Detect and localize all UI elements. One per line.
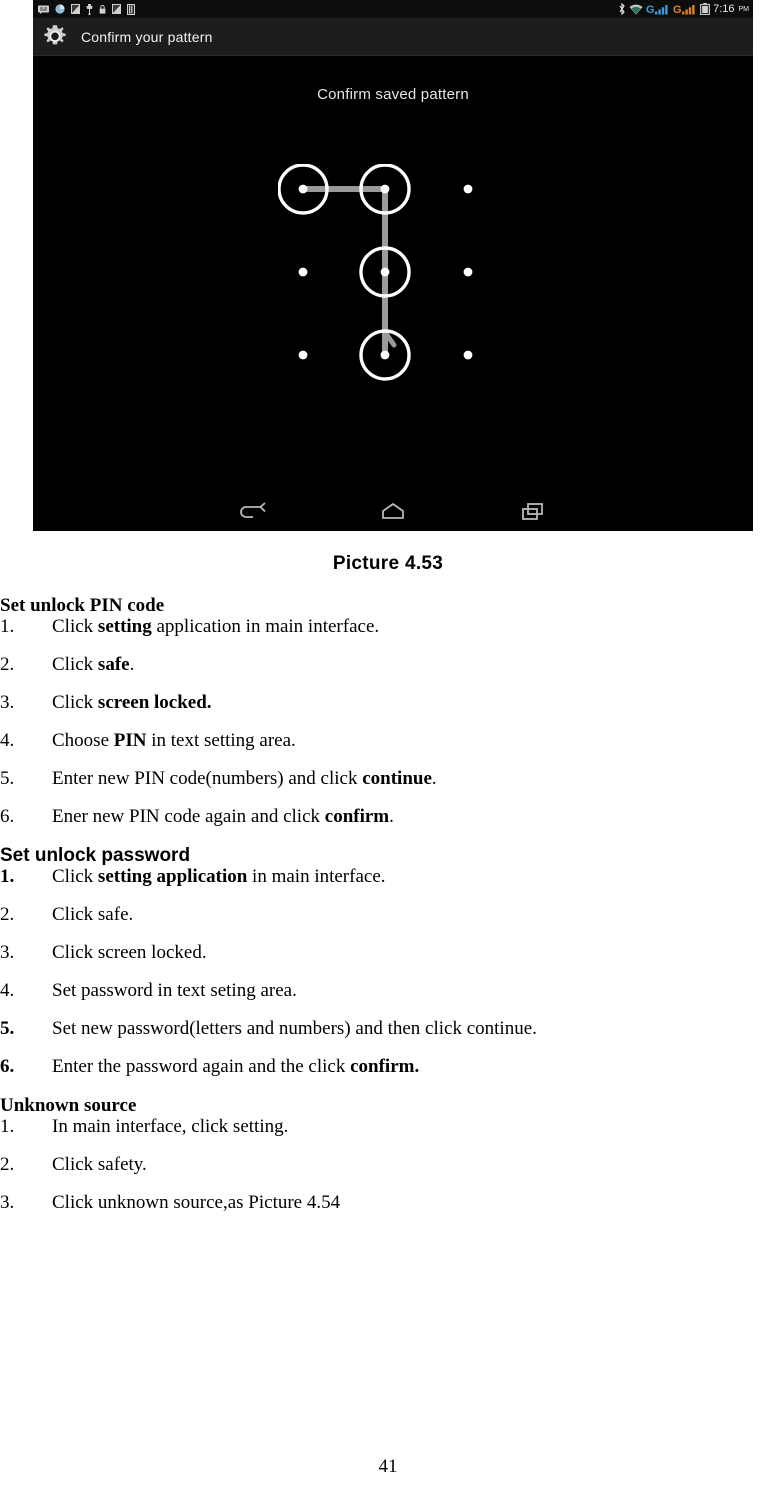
- status-bar-right-icons: G G 7:16 PM: [618, 3, 749, 15]
- pattern-node-7: [380, 350, 390, 360]
- list-item-text: Click setting application in main interf…: [52, 616, 380, 637]
- back-arrow-icon: [237, 502, 269, 529]
- list-item-text: Enter the password again and the click c…: [52, 1056, 420, 1077]
- android-screenshot: G G 7:16 PM Confirm your pattern Confirm…: [33, 0, 753, 531]
- sim-card-icon: [127, 3, 135, 15]
- list-item: 3. Click unknown source,as Picture 4.54: [0, 1193, 776, 1212]
- battery-icon: [700, 3, 710, 15]
- list-item: 4. Set password in text seting area.: [0, 981, 776, 1000]
- list-item-number: 2.: [0, 654, 15, 675]
- list-item-text: Click safe.: [52, 904, 134, 925]
- wifi-icon: [629, 4, 643, 14]
- list-item-text: Choose PIN in text setting area.: [52, 730, 296, 751]
- list-item-number: 6.: [0, 1056, 15, 1077]
- pattern-node-4: [380, 267, 390, 277]
- pattern-node-1: [380, 184, 390, 194]
- pattern-node-5: [463, 267, 473, 277]
- screenshot-icon-2: [112, 4, 121, 14]
- steps-list-set-unlock-pin-code: 1. Click setting application in main int…: [0, 617, 776, 826]
- page-number: 41: [378, 1456, 398, 1477]
- list-item-text: Set password in text seting area.: [52, 980, 297, 1001]
- list-item-number: 1.: [0, 1116, 15, 1137]
- list-item-number: 2.: [0, 1154, 15, 1175]
- list-item: 3. Click screen locked.: [0, 693, 776, 712]
- list-item-text: Click safety.: [52, 1154, 147, 1175]
- pattern-node-3: [298, 267, 308, 277]
- status-bar-left-icons: [37, 3, 135, 15]
- screenshot-icon: [71, 4, 80, 14]
- lock-icon: [99, 5, 106, 14]
- pattern-lock-screen[interactable]: Confirm saved pattern: [33, 57, 753, 500]
- status-bar-clock-suffix: PM: [738, 5, 750, 13]
- signal-g-2-icon: G: [673, 4, 695, 15]
- document-body: Set unlock PIN code 1. Click setting app…: [0, 595, 776, 1231]
- settings-gear-icon: [39, 21, 71, 53]
- list-item-text: Click unknown source,as Picture 4.54: [52, 1192, 341, 1213]
- sync-clock-icon: [55, 4, 65, 14]
- list-item-number: 3.: [0, 1192, 15, 1213]
- list-item-number: 5.: [0, 768, 15, 789]
- section-heading-set-unlock-pin-code: Set unlock PIN code: [0, 595, 165, 616]
- pattern-prompt-text: Confirm saved pattern: [317, 86, 469, 103]
- list-item-number: 4.: [0, 730, 15, 751]
- svg-text:G: G: [673, 4, 682, 15]
- pattern-node-8: [463, 350, 473, 360]
- home-icon: [377, 502, 409, 529]
- figure-caption: Picture 4.53: [332, 553, 444, 574]
- section-heading-set-unlock-password: Set unlock password: [0, 845, 191, 866]
- list-item-text: Click screen locked.: [52, 942, 207, 963]
- list-item-number: 4.: [0, 980, 15, 1001]
- section-heading-unknown-source: Unknown source: [0, 1095, 137, 1116]
- steps-list-set-unlock-password: 1. Click setting application in main int…: [0, 867, 776, 1076]
- pattern-node-0: [298, 184, 308, 194]
- bluetooth-icon: [619, 3, 625, 15]
- pattern-node-2: [463, 184, 473, 194]
- pattern-selected-nodes: [278, 164, 411, 381]
- list-item: 1. Click setting application in main int…: [0, 867, 776, 886]
- list-item: 2. Click safety.: [0, 1155, 776, 1174]
- list-item: 2. Click safe.: [0, 905, 776, 924]
- back-button[interactable]: [230, 502, 276, 529]
- action-bar-title: Confirm your pattern: [81, 28, 213, 45]
- list-item-text: Ener new PIN code again and click confir…: [52, 806, 394, 827]
- list-item: 6. Ener new PIN code again and click con…: [0, 807, 776, 826]
- list-item-number: 5.: [0, 1018, 15, 1039]
- recents-icon: [517, 502, 549, 529]
- list-item-number: 3.: [0, 692, 15, 713]
- list-item-number: 1.: [0, 616, 15, 637]
- list-item: 3. Click screen locked.: [0, 943, 776, 962]
- list-item-text: Click safe.: [52, 654, 135, 675]
- pattern-path: [303, 186, 388, 355]
- recents-button[interactable]: [510, 503, 556, 529]
- svg-text:G: G: [646, 4, 655, 15]
- list-item-text: Set new password(letters and numbers) an…: [52, 1018, 537, 1039]
- status-bar-clock: 7:16: [713, 2, 735, 15]
- list-item: 1. Click setting application in main int…: [0, 617, 776, 636]
- list-item-text: Enter new PIN code(numbers) and click co…: [52, 768, 437, 789]
- list-item: 2. Click safe.: [0, 655, 776, 674]
- list-item-number: 2.: [0, 904, 15, 925]
- list-item-text: Click setting application in main interf…: [52, 866, 386, 887]
- list-item: 5. Enter new PIN code(numbers) and click…: [0, 769, 776, 788]
- list-item-text: In main interface, click setting.: [52, 1116, 289, 1137]
- pattern-lock-grid[interactable]: [278, 164, 508, 394]
- action-bar: Confirm your pattern: [33, 18, 753, 56]
- pattern-lock-svg[interactable]: [278, 164, 508, 394]
- usb-icon: [86, 3, 93, 15]
- list-item-number: 3.: [0, 942, 15, 963]
- list-item: 5. Set new password(letters and numbers)…: [0, 1019, 776, 1038]
- list-item-number: 6.: [0, 806, 15, 827]
- list-item: 6. Enter the password again and the clic…: [0, 1057, 776, 1076]
- steps-list-unknown-source: 1. In main interface, click setting. 2. …: [0, 1117, 776, 1212]
- list-item-number: 1.: [0, 866, 15, 887]
- status-bar: G G 7:16 PM: [33, 0, 753, 18]
- signal-g-1-icon: G: [646, 4, 668, 15]
- list-item: 4. Choose PIN in text setting area.: [0, 731, 776, 750]
- pattern-node-6: [298, 350, 308, 360]
- home-button[interactable]: [370, 503, 416, 529]
- navigation-bar: [33, 500, 753, 531]
- list-item-text: Click screen locked.: [52, 692, 212, 713]
- message-icon: [38, 5, 49, 14]
- list-item: 1. In main interface, click setting.: [0, 1117, 776, 1136]
